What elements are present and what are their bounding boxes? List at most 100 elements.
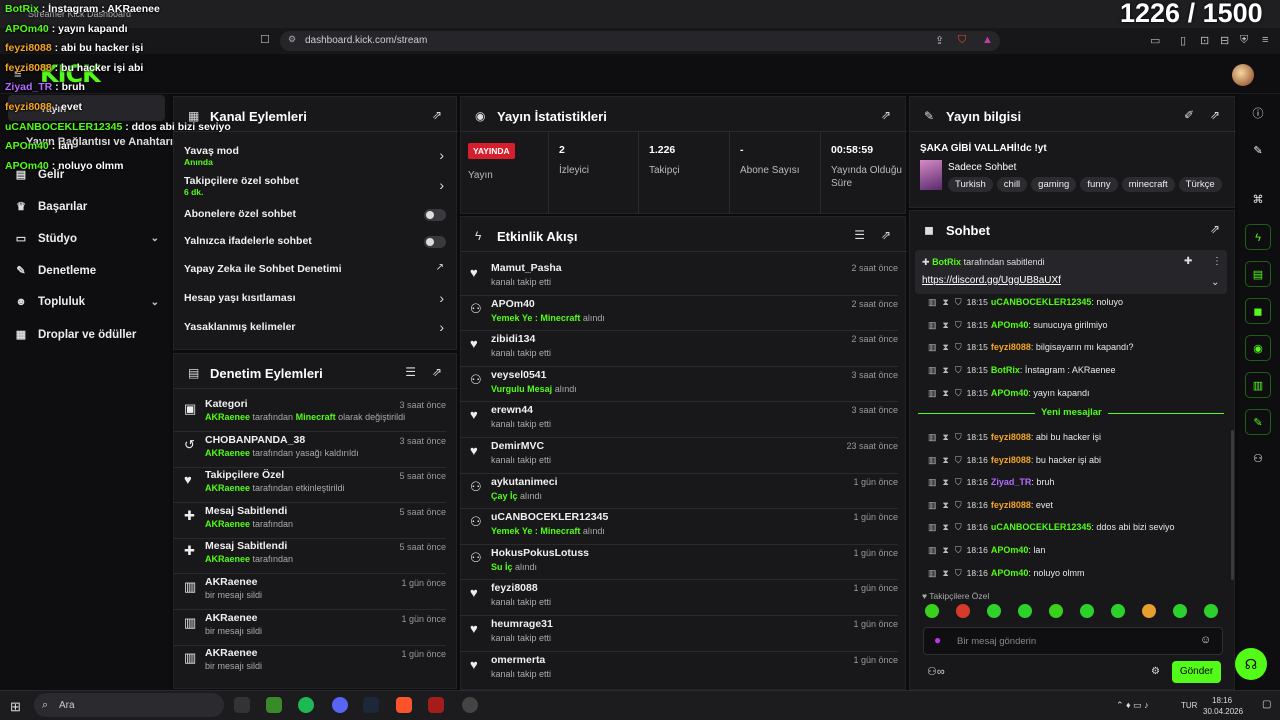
mod-log-actor[interactable]: AKRaenee: [205, 554, 250, 564]
activity-user[interactable]: erewn44: [491, 404, 533, 416]
minecraft-icon[interactable]: [266, 697, 282, 713]
timeout-icon[interactable]: ⧗: [943, 342, 949, 352]
chat-username[interactable]: APOm40: [991, 568, 1029, 578]
emote-icon[interactable]: [1142, 604, 1156, 618]
activity-user[interactable]: feyzi8088: [491, 582, 538, 594]
pencil-icon[interactable]: ✎: [1245, 138, 1271, 164]
stream-tag[interactable]: Turkish: [948, 177, 993, 192]
stream-tag[interactable]: gaming: [1031, 177, 1077, 192]
chat-username[interactable]: Ziyad_TR: [991, 477, 1032, 487]
chat-message[interactable]: ▥ ⧗ ⛉ 18:15 feyzi8088: bilgisayarın mı kapan…: [928, 342, 1224, 353]
delete-icon[interactable]: ▥: [928, 365, 937, 375]
chat-message[interactable]: ▥ ⧗ ⛉ 18:16 APOm40: noluyo olmm: [928, 568, 1224, 579]
channel-action-row[interactable]: Yalnızca ifadelerle sohbet: [184, 235, 446, 261]
delete-icon[interactable]: ▥: [928, 320, 937, 330]
activity-user[interactable]: aykutanimeci: [491, 476, 558, 488]
settings-icon[interactable]: ⚙: [1151, 666, 1160, 677]
chat-icon[interactable]: ◼: [1245, 298, 1271, 324]
chat-username[interactable]: uCANBOCEKLER12345: [991, 522, 1092, 532]
channel-action-row[interactable]: Yapay Zeka ile Sohbet Denetimi ↗: [184, 262, 446, 289]
delete-icon[interactable]: ▥: [928, 522, 937, 532]
chat-message[interactable]: ▥ ⧗ ⛉ 18:16 uCANBOCEKLER12345: ddos abi bizi…: [928, 522, 1224, 533]
sidebar-item[interactable]: ▦ Droplar ve ödüller: [14, 328, 159, 342]
clock-date[interactable]: 30.04.2026: [1203, 707, 1243, 716]
external-link-icon[interactable]: ↗: [436, 262, 444, 273]
chat-username[interactable]: feyzi8088: [991, 500, 1031, 510]
unpin-icon[interactable]: ✚: [1184, 256, 1192, 267]
chat-message[interactable]: ▥ ⧗ ⛉ 18:15 APOm40: sunucuya girilmiyo: [928, 320, 1224, 331]
brave-icon[interactable]: [396, 697, 412, 713]
chat-username[interactable]: feyzi8088: [991, 342, 1031, 352]
wallet-icon[interactable]: ⊟: [1220, 34, 1229, 47]
support-button[interactable]: ☊: [1235, 648, 1267, 680]
chat-message[interactable]: ▥ ⧗ ⛉ 18:15 feyzi8088: abi bu hacker işi: [928, 432, 1224, 443]
chevron-right-icon[interactable]: ›: [439, 319, 444, 335]
gamepad-icon[interactable]: ⌘: [1245, 187, 1271, 213]
url-field[interactable]: dashboard.kick.com/stream: [280, 31, 1000, 51]
bolt-icon[interactable]: ϟ: [1245, 224, 1271, 250]
chevron-right-icon[interactable]: ›: [439, 147, 444, 163]
obs-icon[interactable]: [234, 697, 250, 713]
chat-username[interactable]: feyzi8088: [991, 432, 1031, 442]
activity-user[interactable]: veysel0541: [491, 369, 546, 381]
channel-action-row[interactable]: Hesap yaşı kısıtlaması ›: [184, 290, 446, 318]
timeout-icon[interactable]: ⧗: [943, 522, 949, 532]
filter-icon[interactable]: ☰: [405, 365, 416, 379]
reader-icon[interactable]: ▭: [1150, 34, 1160, 47]
delete-icon[interactable]: ▥: [928, 500, 937, 510]
chat-message[interactable]: ▥ ⧗ ⛉ 18:15 uCANBOCEKLER12345: noluyo: [928, 297, 1224, 308]
share-icon[interactable]: ⇪: [935, 34, 944, 47]
pinned-link[interactable]: https://discord.gg/UggUB8aUXf: [922, 275, 1061, 286]
rewards-icon[interactable]: ▲: [982, 34, 993, 46]
popout-icon[interactable]: ⇗: [881, 228, 891, 242]
pinned-user[interactable]: BotRix: [932, 257, 961, 267]
timeout-icon[interactable]: ⧗: [943, 500, 949, 510]
stream-tag[interactable]: chill: [996, 177, 1028, 192]
delete-icon[interactable]: ▥: [928, 477, 937, 487]
emote-icon[interactable]: [956, 604, 970, 618]
notification-icon[interactable]: ▢: [1262, 699, 1271, 710]
delete-icon[interactable]: ▥: [928, 545, 937, 555]
activity-user[interactable]: omermerta: [491, 654, 545, 666]
emote-icon[interactable]: [1111, 604, 1125, 618]
mod-log-icon[interactable]: ▥: [1245, 372, 1271, 398]
timeout-icon[interactable]: ⧗: [943, 455, 949, 465]
activity-user[interactable]: uCANBOCEKLER12345: [491, 511, 608, 523]
emote-icon[interactable]: [1204, 604, 1218, 618]
chat-username[interactable]: uCANBOCEKLER12345: [991, 297, 1092, 307]
toggle-switch[interactable]: [424, 236, 446, 248]
popout-icon[interactable]: ⇗: [1210, 108, 1220, 122]
vpn-icon[interactable]: ⛨: [1240, 34, 1248, 47]
bookmark-icon[interactable]: ☐: [260, 33, 270, 46]
activity-user[interactable]: HokusPokusLotuss: [491, 547, 589, 559]
stream-tag[interactable]: Türkçe: [1178, 177, 1222, 192]
channel-action-row[interactable]: Yavaş mod Anında ›: [184, 145, 446, 171]
popout-icon[interactable]: ⇗: [432, 108, 442, 122]
activity-user[interactable]: heumrage31: [491, 618, 553, 630]
avatar[interactable]: [1232, 64, 1254, 86]
mod-log-actor[interactable]: AKRaenee: [205, 448, 250, 458]
filter-icon[interactable]: ☰: [854, 228, 865, 242]
more-icon[interactable]: ⋮: [1212, 256, 1222, 267]
mod-log-actor[interactable]: AKRaenee: [205, 412, 250, 422]
stream-tag[interactable]: funny: [1080, 177, 1118, 192]
emote-icon[interactable]: [987, 604, 1001, 618]
chat-message[interactable]: ▥ ⧗ ⛉ 18:16 feyzi8088: bu hacker işi abi: [928, 455, 1224, 466]
sidebar-item[interactable]: ☻ Topluluk ⌄: [14, 296, 159, 308]
chat-message[interactable]: ▥ ⧗ ⛉ 18:16 Ziyad_TR: bruh: [928, 477, 1224, 488]
extensions-icon[interactable]: ⊡: [1200, 34, 1209, 47]
popout-icon[interactable]: ⇗: [881, 108, 891, 122]
app-icon[interactable]: [462, 697, 478, 713]
delete-icon[interactable]: ▥: [928, 297, 937, 307]
mod-log-actor[interactable]: AKRaenee: [205, 519, 250, 529]
chat-username[interactable]: APOm40: [991, 545, 1029, 555]
delete-icon[interactable]: ▥: [928, 455, 937, 465]
sidebar-item[interactable]: ♛ Başarılar: [14, 200, 159, 214]
chevron-right-icon[interactable]: ›: [439, 177, 444, 193]
activity-user[interactable]: APOm40: [491, 298, 535, 310]
channel-action-row[interactable]: Abonelere özel sohbet: [184, 208, 446, 234]
channel-action-row[interactable]: Takipçilere özel sohbet 6 dk. ›: [184, 175, 446, 201]
timeout-icon[interactable]: ⧗: [943, 365, 949, 375]
timeout-icon[interactable]: ⧗: [943, 432, 949, 442]
wrench-icon[interactable]: ✎: [1245, 409, 1271, 435]
